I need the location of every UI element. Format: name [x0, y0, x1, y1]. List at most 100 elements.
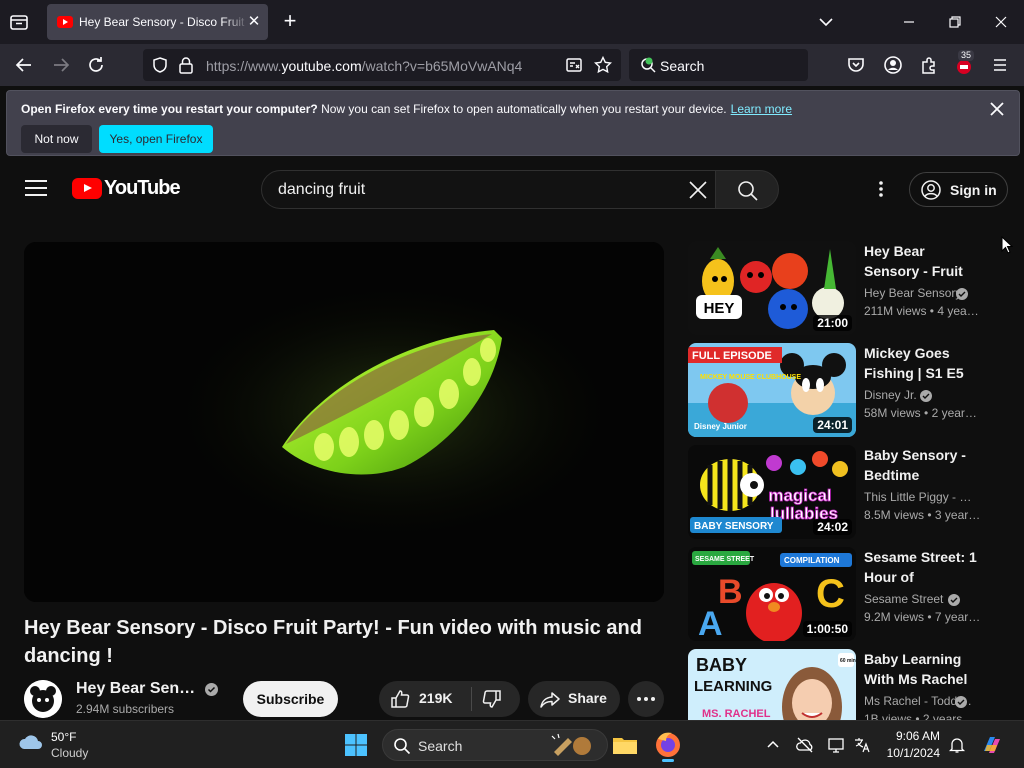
not-now-button[interactable]: Not now [21, 125, 92, 153]
youtube-search-button[interactable] [715, 170, 779, 209]
recommended-title: Sesame Street: 1 Hour of Alphabe... [864, 549, 977, 585]
notification-message: Open Firefox every time you restart your… [21, 102, 793, 116]
display-icon[interactable] [827, 736, 845, 754]
close-tab-icon[interactable]: ✕ [245, 13, 263, 31]
copilot-icon[interactable] [980, 733, 1004, 757]
windows-taskbar: 50°F Cloudy Search 9:06 AM 10/1/2024 [0, 720, 1024, 768]
verified-check-icon [205, 683, 218, 696]
new-tab-icon[interactable]: + [278, 10, 302, 34]
url-text[interactable]: https://www.youtube.com/watch?v=b65MoVwA… [206, 58, 522, 74]
clock-time[interactable]: 9:06 AM [884, 729, 940, 743]
reload-icon[interactable] [85, 54, 107, 76]
recommended-video[interactable]: HEY 21:00 Hey Bear Sensory - Fruit Salad… [688, 241, 1008, 335]
like-count[interactable]: 219K [419, 690, 452, 706]
recommended-video[interactable]: BABY LEARNING MS. RACHEL 60 min Baby Lea… [688, 649, 1008, 720]
bookmark-star-icon[interactable] [594, 56, 612, 74]
video-thumbnail[interactable]: BABY LEARNING MS. RACHEL 60 min [688, 649, 856, 720]
shield-icon[interactable] [151, 56, 169, 74]
browser-tab-active[interactable]: Hey Bear Sensory - Disco Fruit Party! ✕ [47, 4, 268, 40]
youtube-search-input[interactable]: dancing fruit [261, 170, 716, 209]
mouse-cursor-icon [1001, 236, 1013, 254]
onedrive-offline-icon[interactable] [796, 736, 814, 754]
close-window-icon[interactable] [991, 12, 1011, 32]
more-actions-button[interactable] [628, 681, 664, 717]
extensions-icon[interactable] [918, 54, 940, 76]
windows-start-icon[interactable] [344, 733, 368, 757]
browser-tab-bar: Hey Bear Sensory - Disco Fruit Party! ✕ … [0, 0, 1024, 44]
recommended-channel: This Little Piggy - Baby Sensory [864, 490, 974, 504]
subscribe-button[interactable]: Subscribe [243, 681, 338, 717]
thumbnail-text: HEY [704, 300, 735, 317]
video-thumbnail[interactable]: magical lullabies BABY SENSORY 24:02 [688, 445, 856, 539]
thumbnail-badge: 60 min [840, 658, 856, 664]
recommended-video[interactable]: A B C SESAME STREET COMPILATION 1:00:50 … [688, 547, 1008, 641]
yes-open-firefox-button[interactable]: Yes, open Firefox [99, 125, 213, 153]
weather-condition[interactable]: Cloudy [51, 746, 88, 760]
thumbnail-brand: Disney Junior [694, 422, 747, 431]
restore-window-icon[interactable] [945, 12, 965, 32]
web-search-bar[interactable]: Search [629, 49, 808, 81]
thumbs-up-icon[interactable] [389, 688, 411, 710]
thumbnail-title-1: magical [768, 486, 831, 505]
video-thumbnail[interactable]: A B C SESAME STREET COMPILATION 1:00:50 [688, 547, 856, 641]
language-ime-icon[interactable] [853, 736, 871, 754]
address-bar[interactable]: https://www.youtube.com/watch?v=b65MoVwA… [143, 49, 621, 81]
guide-menu-icon[interactable] [25, 180, 47, 198]
recommended-meta: 211M views • 4 years ago [864, 304, 982, 318]
chevron-up-icon[interactable] [764, 736, 782, 754]
video-duration: 24:02 [813, 519, 852, 535]
search-query: dancing fruit [278, 181, 366, 198]
recommended-meta: 1B views • 2 years ago [864, 712, 982, 720]
youtube-logo-text[interactable]: YouTube [104, 177, 181, 200]
sign-in-button[interactable]: Sign in [909, 172, 1008, 207]
weather-temperature[interactable]: 50°F [51, 730, 76, 744]
video-thumbnail[interactable]: HEY 21:00 [688, 241, 856, 335]
default-browser-notification: Open Firefox every time you restart your… [6, 90, 1020, 156]
learn-more-link[interactable]: Learn more [731, 102, 792, 116]
recommended-meta: 9.2M views • 7 years ago [864, 610, 982, 624]
recommended-meta: 58M views • 2 years ago [864, 406, 982, 420]
account-icon[interactable] [882, 54, 904, 76]
active-app-indicator [662, 759, 674, 762]
thumbnail-banner: FULL EPISODE [692, 350, 772, 362]
clock-date[interactable]: 10/1/2024 [884, 746, 940, 760]
notification-bell-icon[interactable] [948, 736, 966, 754]
channel-name[interactable]: Hey Bear Sensory [76, 680, 204, 698]
video-thumbnail[interactable]: FULL EPISODE MICKEY MOUSE CLUBHOUSE Disn… [688, 343, 856, 437]
youtube-favicon-icon [57, 16, 73, 28]
recommended-meta: 8.5M views • 3 years ago [864, 508, 982, 522]
reader-view-icon[interactable] [565, 56, 583, 74]
like-divider [471, 687, 472, 711]
menu-hamburger-icon[interactable] [989, 54, 1011, 76]
clear-search-icon[interactable] [687, 179, 709, 201]
back-arrow-icon[interactable] [13, 54, 35, 76]
video-duration: 1:00:50 [802, 621, 852, 637]
recommended-video[interactable]: magical lullabies BABY SENSORY 24:02 Bab… [688, 445, 1008, 539]
settings-kebab-icon[interactable] [870, 178, 892, 200]
list-all-tabs-icon[interactable] [8, 11, 30, 33]
video-player[interactable] [24, 242, 664, 602]
cloud-weather-icon[interactable] [18, 733, 44, 751]
youtube-logo-icon[interactable] [72, 178, 102, 199]
chevron-down-icon[interactable] [816, 12, 836, 32]
verified-check-icon [956, 288, 968, 300]
taskbar-search-box[interactable]: Search [382, 729, 608, 761]
pocket-icon[interactable] [845, 54, 867, 76]
minimize-window-icon[interactable] [899, 12, 919, 32]
thumbs-down-icon[interactable] [481, 688, 503, 710]
share-button[interactable]: Share [528, 681, 620, 717]
browser-navigation-bar: https://www.youtube.com/watch?v=b65MoVwA… [0, 44, 1024, 86]
lock-icon[interactable] [178, 56, 194, 74]
search-placeholder: Search [660, 58, 705, 74]
recommended-video[interactable]: FULL EPISODE MICKEY MOUSE CLUBHOUSE Disn… [688, 343, 1008, 437]
channel-avatar[interactable] [24, 680, 62, 718]
thumbnail-banner: BABY SENSORY [694, 521, 774, 532]
tab-title: Hey Bear Sensory - Disco Fruit Party! [79, 15, 249, 29]
search-highlight-icon [548, 732, 598, 758]
close-notification-icon[interactable] [987, 99, 1007, 119]
recommended-title: Baby Learning With Ms Rachel ... [864, 651, 968, 687]
search-icon [393, 737, 411, 755]
file-explorer-icon[interactable] [609, 729, 641, 761]
forward-arrow-icon[interactable] [50, 54, 72, 76]
firefox-taskbar-icon[interactable] [652, 729, 684, 762]
